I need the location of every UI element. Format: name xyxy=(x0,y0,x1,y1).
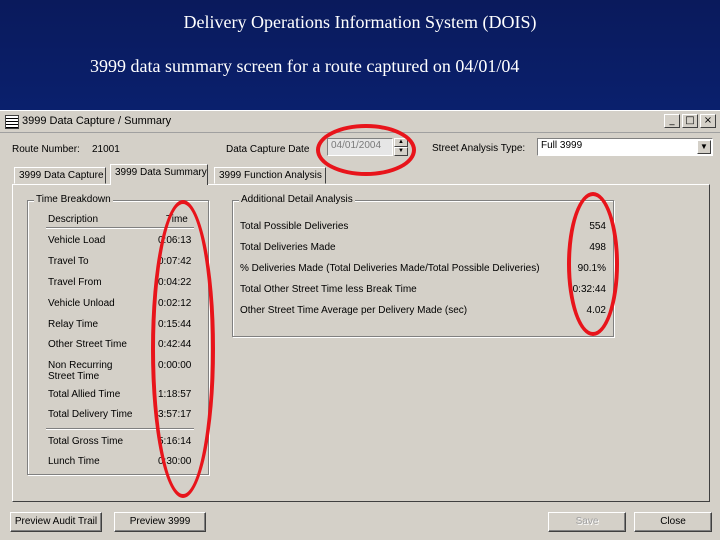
tab-data-summary[interactable]: 3999 Data Summary xyxy=(110,164,208,185)
preview-3999-button[interactable]: Preview 3999 xyxy=(114,512,206,532)
time-row-desc: Travel From xyxy=(48,277,102,288)
time-row-desc: Other Street Time xyxy=(48,339,127,350)
annotation-circle-details xyxy=(567,192,619,336)
annotation-circle-date xyxy=(316,124,416,176)
gross-row-desc: Lunch Time xyxy=(48,456,100,467)
detail-label: Other Street Time Average per Delivery M… xyxy=(240,305,468,316)
additional-detail-title: Additional Detail Analysis xyxy=(239,194,355,205)
street-analysis-label: Street Analysis Type: xyxy=(432,143,526,154)
street-analysis-select[interactable]: Full 3999 xyxy=(537,138,713,156)
tab-data-capture[interactable]: 3999 Data Capture xyxy=(14,167,106,184)
detail-label: Total Deliveries Made xyxy=(240,242,336,253)
minimize-button[interactable]: _ xyxy=(664,114,680,128)
total-row-desc: Total Allied Time xyxy=(48,389,121,400)
tab-function-analysis[interactable]: 3999 Function Analysis xyxy=(214,167,326,184)
capture-date-label: Data Capture Date xyxy=(226,144,310,155)
time-breakdown-title: Time Breakdown xyxy=(34,194,113,205)
close-window-button[interactable]: × xyxy=(700,114,716,128)
window-title: 3999 Data Capture / Summary xyxy=(22,115,172,127)
maximize-button[interactable]: □ xyxy=(682,114,698,128)
time-row-desc: Vehicle Load xyxy=(48,235,106,246)
time-row-desc: Relay Time xyxy=(48,319,99,330)
detail-label: Total Other Street Time less Break Time xyxy=(240,284,417,295)
close-button[interactable]: Close xyxy=(634,512,712,532)
detail-label: % Deliveries Made (Total Deliveries Made… xyxy=(240,263,540,274)
detail-label: Total Possible Deliveries xyxy=(240,221,349,232)
preview-audit-trail-button[interactable]: Preview Audit Trail xyxy=(10,512,102,532)
slide-title: Delivery Operations Information System (… xyxy=(183,12,537,32)
time-row-desc: Travel To xyxy=(48,256,89,267)
time-row-desc: Vehicle Unload xyxy=(48,298,115,309)
chevron-down-icon[interactable]: ▼ xyxy=(697,140,711,154)
annotation-circle-times xyxy=(151,200,215,498)
app-icon xyxy=(5,115,19,129)
gross-row-desc: Total Gross Time xyxy=(48,436,124,447)
time-row-desc: Non Recurring Street Time xyxy=(48,360,113,382)
route-number-label: Route Number: xyxy=(12,144,80,155)
column-header-description: Description xyxy=(48,214,99,225)
slide-subtitle: 3999 data summary screen for a route cap… xyxy=(90,56,520,76)
save-button[interactable]: Save xyxy=(548,512,626,532)
route-number-value: 21001 xyxy=(92,144,120,155)
total-row-desc: Total Delivery Time xyxy=(48,409,133,420)
